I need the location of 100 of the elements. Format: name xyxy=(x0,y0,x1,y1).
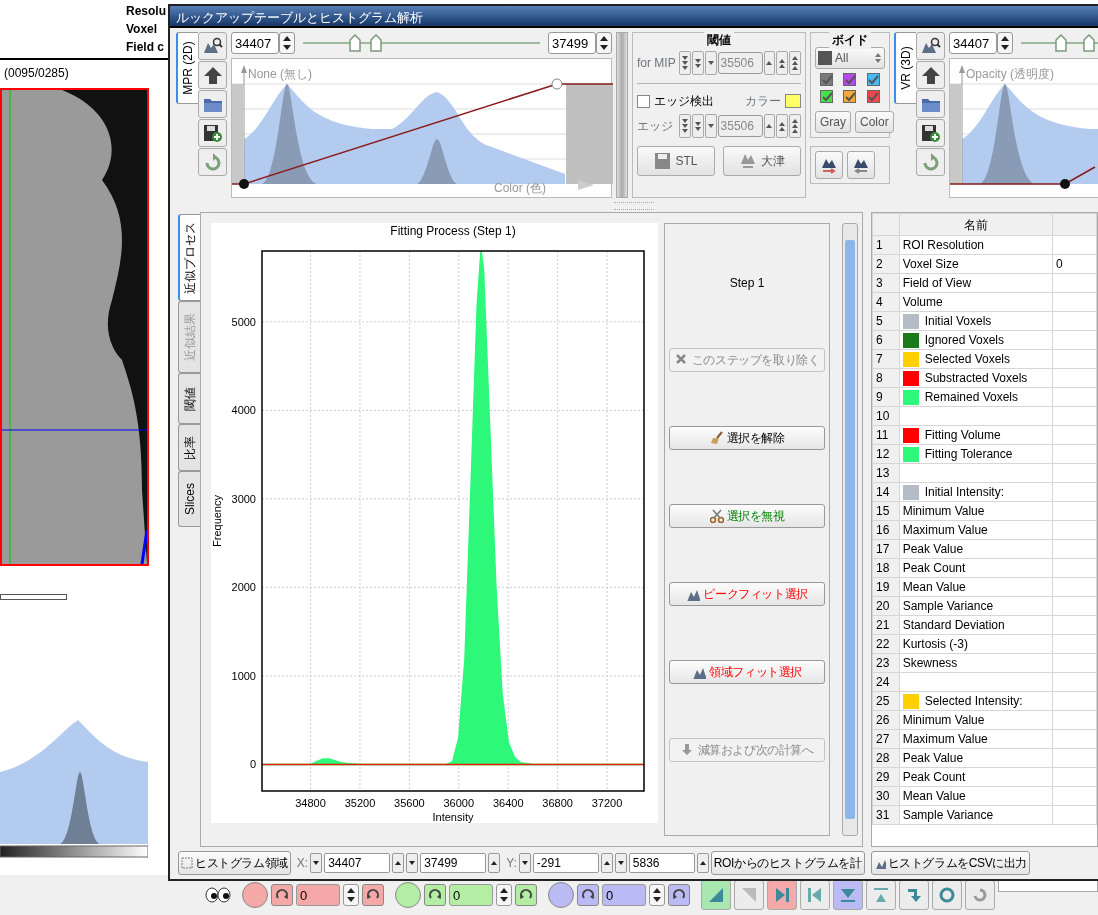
decrement-button[interactable] xyxy=(406,853,419,873)
spin-button[interactable] xyxy=(997,32,1013,54)
angle-field[interactable]: 0 xyxy=(602,884,646,906)
min-value-field[interactable]: 34407 xyxy=(949,32,997,54)
transfer-curve[interactable] xyxy=(950,166,1096,189)
threshold-button[interactable]: 大津 xyxy=(723,146,801,176)
step-down-button[interactable] xyxy=(691,114,704,138)
view-button[interactable] xyxy=(701,880,731,910)
angle-field[interactable]: 0 xyxy=(449,884,493,906)
rotate-button[interactable] xyxy=(515,884,537,906)
max-value-field[interactable]: 37499 xyxy=(548,32,596,54)
export-csv-button[interactable]: ヒストグラムをCSVに出力 xyxy=(870,851,1031,875)
rotation-knob[interactable] xyxy=(548,882,574,908)
upload-button[interactable] xyxy=(916,61,945,89)
step-up-button[interactable] xyxy=(763,51,776,75)
rotate-button[interactable] xyxy=(362,884,384,906)
view-button[interactable] xyxy=(965,880,995,910)
color-checkbox[interactable] xyxy=(866,90,880,103)
save-button[interactable] xyxy=(916,119,945,147)
decrement-button[interactable] xyxy=(614,853,627,873)
step-down-button[interactable] xyxy=(704,51,717,75)
slider-thumb[interactable] xyxy=(349,34,362,52)
color-picker[interactable] xyxy=(785,94,801,108)
view-tab[interactable]: MPR (2D) xyxy=(176,32,198,104)
increment-button[interactable] xyxy=(488,853,501,873)
threshold-button[interactable]: STL xyxy=(637,146,715,176)
color-checkbox[interactable] xyxy=(820,73,834,86)
upload-button[interactable] xyxy=(198,61,227,89)
rotate-button[interactable] xyxy=(424,884,446,906)
view-button[interactable] xyxy=(833,880,863,910)
rotate-button[interactable] xyxy=(668,884,690,906)
slider-track[interactable] xyxy=(0,594,67,600)
color-checkbox[interactable] xyxy=(820,90,834,103)
step-up-button[interactable] xyxy=(763,114,776,138)
color-mode-button[interactable]: Gray xyxy=(815,111,851,133)
histogram-region-button[interactable]: ヒストグラム領域 xyxy=(178,851,291,875)
open-button[interactable] xyxy=(198,90,227,118)
number-field[interactable]: 37499 xyxy=(420,853,487,873)
slider-thumb[interactable] xyxy=(1083,34,1096,52)
scrollbar[interactable] xyxy=(842,223,858,836)
increment-button[interactable] xyxy=(600,853,613,873)
grip-handle[interactable] xyxy=(614,202,654,210)
spin-button[interactable] xyxy=(496,884,512,906)
save-button[interactable] xyxy=(198,119,227,147)
color-checkbox[interactable] xyxy=(843,73,857,86)
side-tab[interactable]: 比率 xyxy=(178,424,200,471)
transfer-button[interactable] xyxy=(847,151,875,179)
step-down-button[interactable] xyxy=(679,51,691,75)
number-field[interactable]: -291 xyxy=(532,853,599,873)
transfer-button[interactable] xyxy=(815,151,843,179)
spin-button[interactable] xyxy=(649,884,665,906)
spin-button[interactable] xyxy=(596,32,612,54)
histogram-zoom-button[interactable] xyxy=(198,32,227,60)
spin-button[interactable] xyxy=(279,32,295,54)
step-up-button[interactable] xyxy=(776,114,789,138)
color-checkbox[interactable] xyxy=(866,73,880,86)
view-button[interactable] xyxy=(899,880,929,910)
step-action-button[interactable]: 選択を無視 xyxy=(669,504,826,528)
step-up-button[interactable] xyxy=(789,51,801,75)
rotate-button[interactable] xyxy=(271,884,293,906)
min-value-field[interactable]: 34407 xyxy=(231,32,279,54)
step-down-button[interactable] xyxy=(691,51,704,75)
number-field[interactable]: 5836 xyxy=(628,853,695,873)
step-action-button[interactable]: 領域フィット選択 xyxy=(669,660,826,684)
color-checkbox[interactable] xyxy=(843,90,857,103)
increment-button[interactable] xyxy=(696,853,709,873)
decrement-button[interactable] xyxy=(310,853,323,873)
view-button[interactable] xyxy=(800,880,830,910)
spin-button[interactable] xyxy=(343,884,359,906)
view-tab[interactable]: VR (3D) xyxy=(894,32,916,104)
open-button[interactable] xyxy=(916,90,945,118)
step-down-button[interactable] xyxy=(679,114,691,138)
step-action-button[interactable]: ピークフィット選択 xyxy=(669,582,826,606)
color-mode-button[interactable]: Color xyxy=(855,111,894,133)
range-slider[interactable] xyxy=(303,32,540,54)
rotate-button[interactable] xyxy=(577,884,599,906)
column-header[interactable]: 名前 xyxy=(899,213,1053,236)
side-tab[interactable]: 近似プロセス xyxy=(178,214,200,301)
level-scrollbar[interactable] xyxy=(616,32,628,198)
view-button[interactable] xyxy=(767,880,797,910)
increment-button[interactable] xyxy=(392,853,405,873)
step-up-button[interactable] xyxy=(789,114,801,138)
view-button[interactable] xyxy=(932,880,962,910)
decrement-button[interactable] xyxy=(518,853,531,873)
slider-thumb[interactable] xyxy=(370,34,383,52)
slider-thumb[interactable] xyxy=(1055,34,1068,52)
view-button[interactable] xyxy=(866,880,896,910)
step-action-button[interactable]: 選択を解除 xyxy=(669,426,826,450)
step-down-button[interactable] xyxy=(704,114,717,138)
side-tab[interactable]: Slices xyxy=(178,471,200,527)
number-field[interactable]: 34407 xyxy=(324,853,391,873)
compute-histogram-button[interactable]: ROIからのヒストグラムを計 xyxy=(710,851,865,875)
side-tab[interactable]: 閾値 xyxy=(178,373,200,424)
filter-dropdown[interactable]: All xyxy=(815,47,885,69)
rotation-knob[interactable] xyxy=(242,882,268,908)
step-up-button[interactable] xyxy=(776,51,789,75)
histogram-zoom-button[interactable] xyxy=(916,32,945,60)
view-button[interactable] xyxy=(734,880,764,910)
checkbox[interactable] xyxy=(637,94,650,108)
angle-field[interactable]: 0 xyxy=(296,884,340,906)
